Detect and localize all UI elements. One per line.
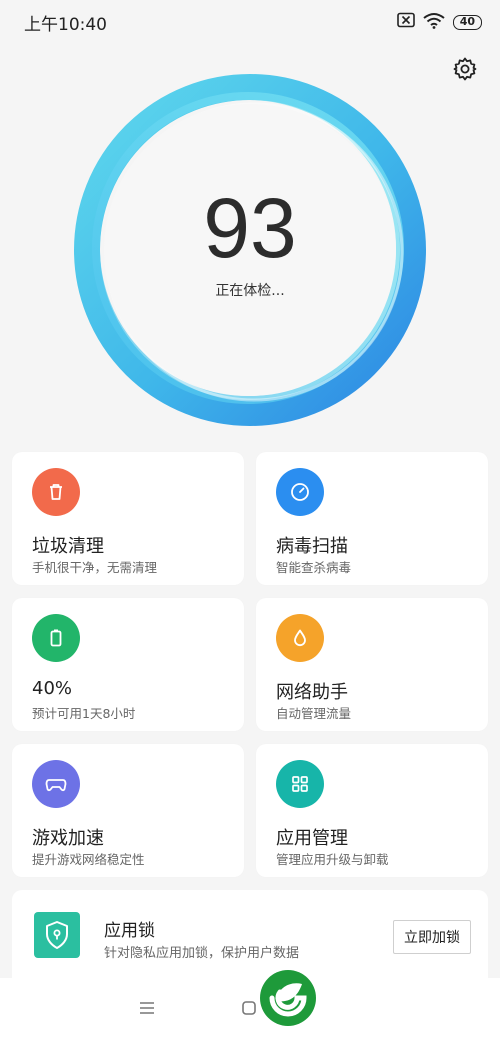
lock-now-button[interactable]: 立即加锁 xyxy=(393,920,471,954)
card-title: 病毒扫描 xyxy=(276,536,348,557)
grid-icon xyxy=(276,760,324,808)
card-app-management[interactable]: 应用管理 管理应用升级与卸载 xyxy=(256,744,488,877)
home-icon[interactable] xyxy=(240,1000,258,1016)
app-lock-title: 应用锁 xyxy=(104,921,155,941)
settings-button[interactable] xyxy=(450,56,480,86)
app-lock-subtitle: 针对隐私应用加锁，保护用户数据 xyxy=(104,946,300,961)
card-virus-scan[interactable]: 病毒扫描 智能查杀病毒 xyxy=(256,452,488,585)
status-time: 上午10:40 xyxy=(24,14,107,35)
card-junk-cleanup[interactable]: 垃圾清理 手机很干净，无需清理 xyxy=(12,452,244,585)
card-subtitle: 预计可用1天8小时 xyxy=(32,706,136,721)
checkup-score: 93 xyxy=(203,181,297,275)
card-title: 应用管理 xyxy=(276,828,348,849)
card-subtitle: 提升游戏网络稳定性 xyxy=(32,852,145,867)
card-network-assistant[interactable]: 网络助手 自动管理流量 xyxy=(256,598,488,731)
gear-icon xyxy=(452,56,478,86)
card-subtitle: 智能查杀病毒 xyxy=(276,560,352,575)
app-lock-row[interactable]: 应用锁 针对隐私应用加锁，保护用户数据 立即加锁 xyxy=(12,890,488,978)
card-subtitle: 自动管理流量 xyxy=(276,706,352,721)
shield-icon xyxy=(34,912,80,962)
card-subtitle: 手机很干净，无需清理 xyxy=(32,560,158,575)
trash-icon xyxy=(32,468,80,516)
card-title: 垃圾清理 xyxy=(32,536,104,557)
navigation-bar xyxy=(0,978,500,1038)
card-title: 40% xyxy=(32,678,73,699)
leaf-logo xyxy=(260,970,316,1026)
card-title: 游戏加速 xyxy=(32,828,104,849)
status-bar: 上午10:40 40 xyxy=(0,0,500,44)
gamepad-icon xyxy=(32,760,80,808)
card-battery[interactable]: 40% 预计可用1天8小时 xyxy=(12,598,244,731)
card-subtitle: 管理应用升级与卸载 xyxy=(276,852,389,867)
battery-indicator: 40 xyxy=(452,14,482,30)
card-game-boost[interactable]: 游戏加速 提升游戏网络稳定性 xyxy=(12,744,244,877)
speedometer-icon xyxy=(276,468,324,516)
card-title: 网络助手 xyxy=(276,682,348,703)
wifi-icon xyxy=(423,12,445,33)
menu-icon[interactable] xyxy=(138,1000,156,1016)
status-icons: 40 xyxy=(396,12,482,33)
no-sim-icon xyxy=(396,12,415,32)
battery-icon xyxy=(32,614,80,662)
drop-icon xyxy=(276,614,324,662)
checkup-status: 正在体检... xyxy=(215,283,285,299)
